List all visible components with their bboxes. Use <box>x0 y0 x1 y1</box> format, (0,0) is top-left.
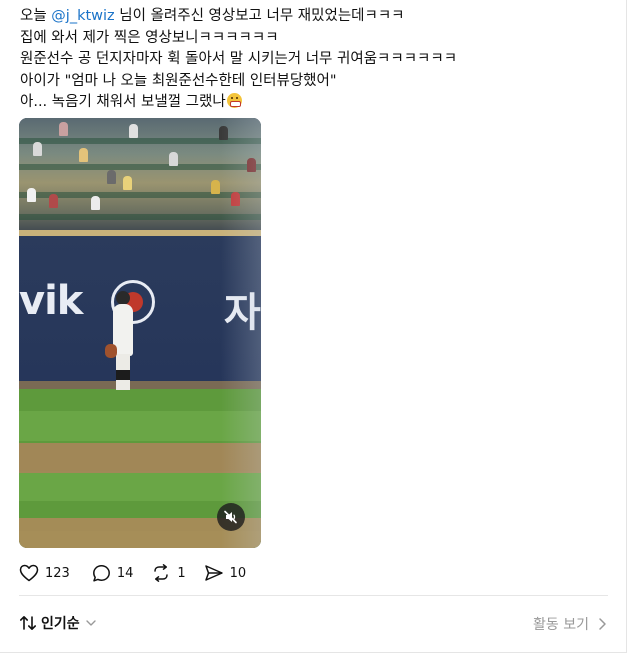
share-count: 10 <box>229 565 247 581</box>
like-button[interactable]: 123 <box>19 564 70 582</box>
post-line-1: 오늘 @j_ktwiz 님이 올려주신 영상보고 너무 재밌었는데ㅋㅋㅋ <box>20 6 610 28</box>
section-divider <box>19 595 608 596</box>
view-activity-link[interactable]: 활동 보기 <box>533 614 607 634</box>
post-text-segment: 님이 올려주신 영상보고 너무 재밌었는데ㅋㅋㅋ <box>114 8 405 24</box>
baseball-glove <box>105 344 117 358</box>
chevron-down-icon <box>85 620 96 626</box>
sort-dropdown[interactable]: 인기순 <box>19 613 97 633</box>
sort-label: 인기순 <box>41 616 80 632</box>
post-text-segment: 오늘 <box>20 8 52 24</box>
post-line-2: 집에 와서 제가 찍은 영상보니ㅋㅋㅋㅋㅋㅋ <box>20 29 279 46</box>
share-button[interactable]: 10 <box>204 564 247 582</box>
player-legs <box>116 354 130 390</box>
like-count: 123 <box>45 565 70 581</box>
player-head <box>116 291 130 305</box>
reply-button[interactable]: 14 <box>92 564 134 583</box>
mention-link[interactable]: @j_ktwiz <box>51 8 114 24</box>
grimacing-face-emoji-icon <box>226 93 242 108</box>
post-line-5: 아... 녹음기 채워서 보낼껄 그랬나 <box>20 92 610 114</box>
motion-blur <box>221 118 261 548</box>
wall-ad-text: vik <box>19 278 83 324</box>
post-line-3: 원준선수 공 던지자마자 휙 돌아서 말 시키는거 너무 귀여움ㅋㅋㅋㅋㅋㅋ <box>20 51 458 67</box>
repost-button[interactable]: 1 <box>151 564 186 582</box>
repost-count: 1 <box>177 565 186 581</box>
post-text-segment: 아... 녹음기 채워서 보낼껄 그랬나 <box>20 94 226 110</box>
heart-icon <box>19 564 39 582</box>
activity-label: 활동 보기 <box>533 617 589 633</box>
comment-icon <box>92 564 110 582</box>
mute-button[interactable] <box>217 503 245 531</box>
chevron-right-icon <box>599 618 606 630</box>
repost-icon <box>154 564 169 582</box>
post-body: 오늘 @j_ktwiz 님이 올려주신 영상보고 너무 재밌었는데ㅋㅋㅋ 집에 … <box>20 6 610 114</box>
speaker-muted-icon <box>224 510 237 524</box>
post-line-4: 아이가 "엄마 나 오늘 최원준선수한테 인터뷰당했어" <box>20 72 337 89</box>
post-actions: 123 14 1 10 <box>19 563 264 583</box>
sort-arrows-icon <box>20 616 36 630</box>
send-icon <box>204 565 223 581</box>
reply-count: 14 <box>116 565 134 581</box>
video-player[interactable]: vik 자 <box>19 118 261 548</box>
